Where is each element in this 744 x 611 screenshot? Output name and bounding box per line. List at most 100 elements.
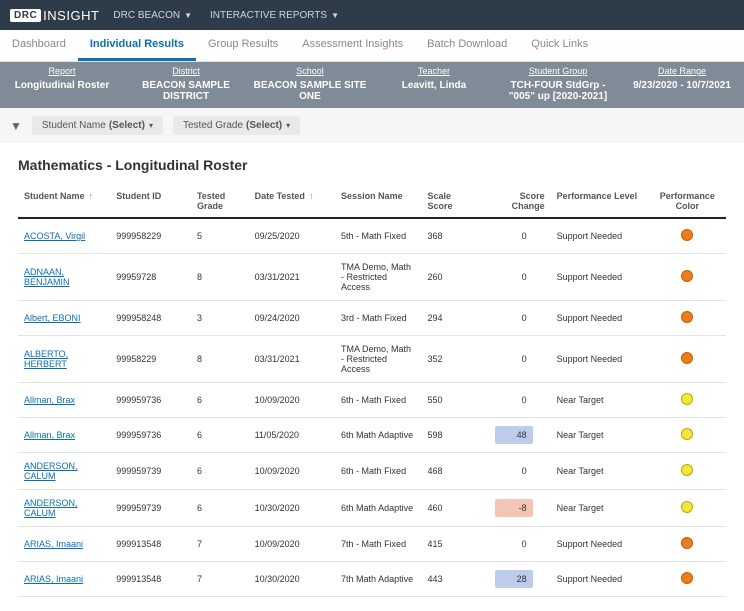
table-row: ALBERTO, HERBERT99958229803/31/2021TMA D…	[18, 336, 726, 383]
col-date-tested[interactable]: Date Tested↑	[249, 185, 335, 218]
student-name-link[interactable]: ACOSTA, Virgil	[24, 231, 85, 241]
cell-performance-level: Support Needed	[551, 254, 649, 301]
cell-tested-grade: 8	[191, 336, 249, 383]
top-bar: DRC INSIGHT DRC BEACON ▼ INTERACTIVE REP…	[0, 0, 744, 30]
report-title: Mathematics - Longitudinal Roster	[18, 157, 726, 173]
sort-asc-icon: ↑	[309, 191, 314, 201]
cell-session-name: TMA Demo, Math - Restricted Access	[335, 254, 421, 301]
breadcrumb-value-school: BEACON SAMPLE SITE ONE	[248, 78, 372, 104]
col-student-id[interactable]: Student ID	[110, 185, 191, 218]
cell-performance-level: Support Needed	[551, 301, 649, 336]
performance-dot-icon	[681, 270, 693, 282]
student-name-link[interactable]: Albert, EBONI	[24, 313, 81, 323]
performance-dot-icon	[681, 572, 693, 584]
tab-batch-download[interactable]: Batch Download	[415, 30, 519, 61]
col-session-name[interactable]: Session Name	[335, 185, 421, 218]
performance-dot-icon	[681, 229, 693, 241]
table-row: ANDERSON, CALUM999959739610/30/20206th M…	[18, 490, 726, 527]
student-name-link[interactable]: ARIAS, Imaani	[24, 539, 83, 549]
cell-score-change: 0	[479, 453, 550, 490]
cell-scale-score: 415	[422, 527, 480, 562]
tab-quick-links[interactable]: Quick Links	[519, 30, 600, 61]
cell-session-name: 3rd - Math Fixed	[335, 301, 421, 336]
cell-student-id: 999958248	[110, 301, 191, 336]
cell-date-tested: 09/25/2020	[249, 218, 335, 254]
menu-drc-beacon[interactable]: DRC BEACON ▼	[113, 10, 192, 21]
filter-tested-grade-value: (Select)	[246, 120, 282, 131]
student-name-link[interactable]: ANDERSON, CALUM	[24, 498, 78, 518]
student-name-link[interactable]: ADNAAN, BENJAMIN	[24, 267, 70, 287]
cell-tested-grade: 6	[191, 490, 249, 527]
breadcrumb-label-district[interactable]: District	[124, 64, 248, 78]
cell-scale-score: 260	[422, 254, 480, 301]
cell-session-name: 7th - Math Fixed	[335, 527, 421, 562]
tab-dashboard[interactable]: Dashboard	[0, 30, 78, 61]
table-row: Albert, EBONI999958248309/24/20203rd - M…	[18, 301, 726, 336]
table-row: ANDERSON, CALUM999959739610/09/20206th -…	[18, 453, 726, 490]
tab-group-results[interactable]: Group Results	[196, 30, 290, 61]
filter-student-name[interactable]: Student Name (Select) ▾	[32, 116, 163, 135]
cell-date-tested: 10/09/2020	[249, 453, 335, 490]
filter-tested-grade-label: Tested Grade	[183, 120, 243, 131]
col-score-change[interactable]: Score Change	[479, 185, 550, 218]
cell-date-tested: 09/24/2020	[249, 301, 335, 336]
chevron-down-icon: ▼	[184, 11, 192, 20]
student-name-link[interactable]: Allman, Brax	[24, 430, 75, 440]
student-name-link[interactable]: Allman, Brax	[24, 395, 75, 405]
cell-performance-color	[649, 218, 726, 254]
cell-date-tested: 10/30/2020	[249, 490, 335, 527]
menu-interactive-reports-label: INTERACTIVE REPORTS	[210, 10, 327, 21]
cell-tested-grade: 6	[191, 383, 249, 418]
cell-performance-level: Near Target	[551, 453, 649, 490]
menu-interactive-reports[interactable]: INTERACTIVE REPORTS ▼	[210, 10, 339, 21]
cell-student-id: 999959736	[110, 383, 191, 418]
col-scale-score[interactable]: Scale Score	[422, 185, 480, 218]
breadcrumb-label-teacher[interactable]: Teacher	[372, 64, 496, 78]
student-name-link[interactable]: ANDERSON, CALUM	[24, 461, 78, 481]
col-performance-color[interactable]: Performance Color	[649, 185, 726, 218]
col-student-name[interactable]: Student Name↑	[18, 185, 110, 218]
cell-student-id: 99958229	[110, 336, 191, 383]
breadcrumb-label-date-range[interactable]: Date Range	[620, 64, 744, 78]
cell-scale-score: 468	[422, 453, 480, 490]
performance-dot-icon	[681, 501, 693, 513]
filter-student-name-label: Student Name	[42, 120, 106, 131]
tab-assessment-insights[interactable]: Assessment Insights	[290, 30, 415, 61]
breadcrumb-label-student-group[interactable]: Student Group	[496, 64, 620, 78]
cell-student-id: 999958229	[110, 218, 191, 254]
cell-performance-color	[649, 562, 726, 597]
cell-score-change: 0	[479, 254, 550, 301]
cell-score-change: 48	[479, 418, 550, 453]
chevron-down-icon: ▾	[286, 121, 290, 130]
breadcrumb-value-district: BEACON SAMPLE DISTRICT	[124, 78, 248, 104]
col-tested-grade[interactable]: Tested Grade	[191, 185, 249, 218]
roster-table: Student Name↑ Student ID Tested Grade Da…	[18, 185, 726, 597]
tab-individual-results[interactable]: Individual Results	[78, 30, 196, 61]
cell-performance-color	[649, 254, 726, 301]
cell-performance-color	[649, 301, 726, 336]
filter-icon[interactable]: ▼	[10, 119, 22, 133]
cell-student-id: 999959739	[110, 490, 191, 527]
cell-score-change: 0	[479, 218, 550, 254]
filter-tested-grade[interactable]: Tested Grade (Select) ▾	[173, 116, 300, 135]
cell-performance-level: Near Target	[551, 418, 649, 453]
cell-tested-grade: 7	[191, 527, 249, 562]
col-performance-level[interactable]: Performance Level	[551, 185, 649, 218]
performance-dot-icon	[681, 464, 693, 476]
table-row: ACOSTA, Virgil999958229509/25/20205th - …	[18, 218, 726, 254]
breadcrumb-label-report[interactable]: Report	[0, 64, 124, 78]
student-name-link[interactable]: ALBERTO, HERBERT	[24, 349, 68, 369]
menu-drc-beacon-label: DRC BEACON	[113, 10, 180, 21]
performance-dot-icon	[681, 428, 693, 440]
cell-scale-score: 460	[422, 490, 480, 527]
breadcrumb-value-date-range: 9/23/2020 - 10/7/2021	[620, 78, 744, 104]
cell-performance-level: Near Target	[551, 490, 649, 527]
cell-tested-grade: 7	[191, 562, 249, 597]
cell-session-name: 6th - Math Fixed	[335, 453, 421, 490]
performance-dot-icon	[681, 393, 693, 405]
cell-date-tested: 03/31/2021	[249, 254, 335, 301]
breadcrumb-label-school[interactable]: School	[248, 64, 372, 78]
cell-student-id: 999913548	[110, 562, 191, 597]
table-row: ARIAS, Imaani999913548710/09/20207th - M…	[18, 527, 726, 562]
student-name-link[interactable]: ARIAS, Imaani	[24, 574, 83, 584]
